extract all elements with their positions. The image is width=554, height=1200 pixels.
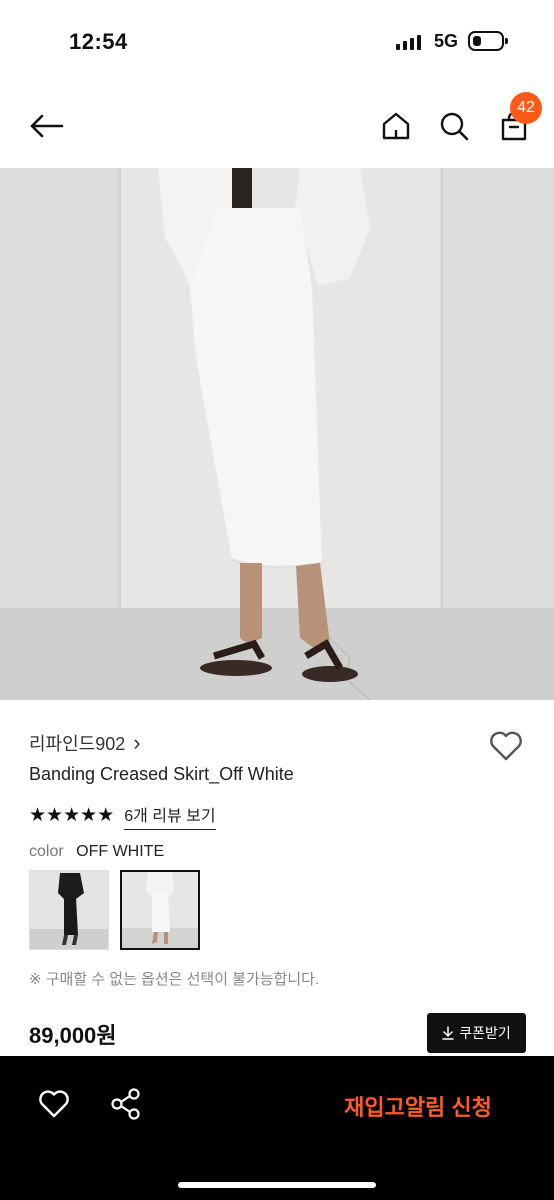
color-swatch-off-white[interactable] <box>120 870 200 950</box>
heart-icon <box>39 1090 69 1118</box>
star-icon: ★ <box>29 805 47 826</box>
star-rating: ★ ★ ★ ★ ★ <box>29 806 114 826</box>
status-time: 12:54 <box>69 29 128 54</box>
battery-cap <box>505 38 508 44</box>
option-notice: ※ 구매할 수 없는 옵션은 선택이 불가능합니다. <box>29 971 320 988</box>
back-button[interactable] <box>22 104 70 148</box>
star-icon: ★ <box>97 805 115 826</box>
search-button[interactable] <box>434 106 474 146</box>
battery-icon <box>468 31 504 51</box>
coupon-button-label: 쿠폰받기 <box>459 1025 511 1041</box>
review-link[interactable]: 6개 리뷰 보기 <box>124 802 216 830</box>
home-button[interactable] <box>376 106 416 146</box>
heart-icon <box>490 731 522 761</box>
top-nav <box>0 84 554 168</box>
share-icon <box>111 1088 140 1120</box>
star-icon: ★ <box>80 805 98 826</box>
home-indicator <box>178 1182 376 1188</box>
chevron-right-icon: › <box>133 730 141 755</box>
color-row: color OFF WHITE <box>29 843 164 861</box>
wishlist-button[interactable] <box>486 726 526 766</box>
brand-link[interactable]: 리파인드902 › <box>29 730 141 756</box>
status-bar: 12:54 5G <box>0 0 554 84</box>
coupon-button[interactable]: 쿠폰받기 <box>427 1013 526 1053</box>
like-button[interactable] <box>34 1084 74 1124</box>
product-image[interactable] <box>0 168 554 700</box>
arrow-left-icon <box>30 114 64 138</box>
download-icon <box>442 1026 454 1040</box>
network-type: 5G <box>434 31 459 51</box>
share-button[interactable] <box>106 1084 146 1124</box>
star-icon: ★ <box>46 805 64 826</box>
brand-name: 리파인드902 <box>29 734 126 754</box>
color-label: color <box>29 843 64 860</box>
color-value: OFF WHITE <box>76 843 165 860</box>
star-icon: ★ <box>63 805 81 826</box>
product-price: 89,000원 <box>29 1023 117 1048</box>
product-title: Banding Creased Skirt_Off White <box>29 764 294 784</box>
color-swatch-black[interactable] <box>29 870 109 950</box>
signal-icon <box>396 34 421 50</box>
restock-alert-button[interactable]: 재입고알림 신청 <box>318 1090 518 1122</box>
bottom-action-bar: 재입고알림 신청 <box>0 1056 554 1200</box>
search-icon <box>440 112 469 141</box>
home-icon <box>382 112 410 140</box>
cart-count-badge: 42 <box>510 92 542 124</box>
rating-row: ★ ★ ★ ★ ★ 6개 리뷰 보기 <box>29 802 216 830</box>
